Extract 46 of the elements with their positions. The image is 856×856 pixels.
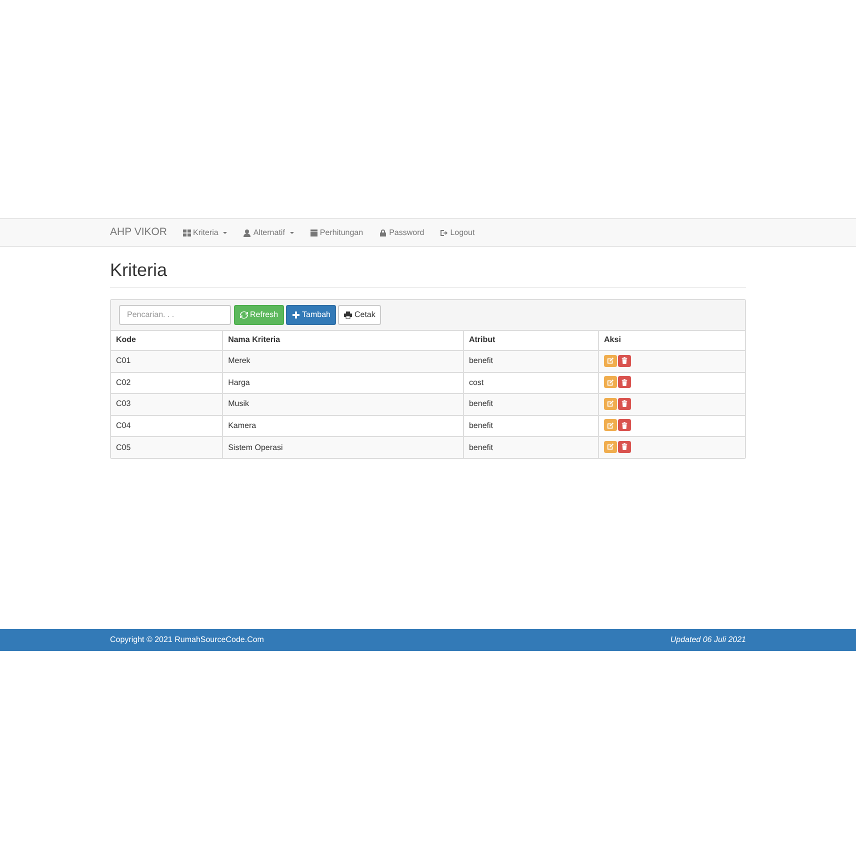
- column-header: Aksi: [598, 330, 745, 351]
- table-cell: Merek: [222, 350, 464, 372]
- table-cell: Musik: [222, 394, 464, 416]
- table-cell: C03: [111, 394, 223, 416]
- table-cell: C05: [111, 436, 223, 458]
- copyright-text: Copyright © 2021 RumahSourceCode.Com: [110, 634, 264, 646]
- delete-button[interactable]: [618, 354, 632, 367]
- updated-text: Updated 06 Juli 2021: [670, 634, 746, 646]
- nav-link[interactable]: Logout: [440, 226, 475, 238]
- plus-icon: [292, 310, 300, 319]
- print-button[interactable]: Cetak: [338, 304, 382, 325]
- table-cell: C01: [111, 350, 223, 372]
- trash-icon: [621, 357, 628, 364]
- edit-icon: [607, 378, 614, 386]
- refresh-icon: [240, 310, 248, 319]
- table-cell: benefit: [463, 350, 599, 372]
- delete-button[interactable]: [618, 398, 632, 410]
- table-cell: benefit: [463, 394, 599, 416]
- logout-icon: [440, 228, 448, 236]
- trash-icon: [621, 422, 628, 429]
- brand-link[interactable]: AHP VIKOR: [110, 224, 167, 240]
- nav-link[interactable]: Kriteria: [183, 226, 228, 238]
- delete-button[interactable]: [618, 440, 632, 453]
- grid-icon: [183, 228, 191, 236]
- nav-link[interactable]: Alternatif: [243, 226, 294, 238]
- edit-icon: [607, 400, 614, 408]
- delete-button[interactable]: [618, 376, 632, 388]
- delete-button[interactable]: [618, 419, 632, 432]
- search-field[interactable]: Pencarian. . .: [119, 304, 231, 325]
- refresh-button[interactable]: Refresh: [234, 304, 284, 325]
- table-cell: benefit: [463, 436, 599, 458]
- nav-link[interactable]: Perhitungan: [310, 226, 364, 238]
- calendar-icon: [310, 228, 318, 236]
- printer-icon: [344, 310, 352, 319]
- edit-icon: [607, 357, 614, 364]
- edit-icon: [607, 443, 614, 450]
- page-title: Kriteria: [110, 260, 746, 288]
- user-icon: [243, 228, 252, 236]
- trash-icon: [621, 400, 628, 408]
- table-cell: Sistem Operasi: [222, 436, 464, 458]
- add-button[interactable]: Tambah: [286, 304, 336, 325]
- trash-icon: [621, 378, 628, 386]
- edit-icon: [607, 422, 614, 429]
- nav-link[interactable]: Password: [379, 226, 424, 238]
- lock-icon: [379, 228, 388, 236]
- trash-icon: [621, 443, 628, 450]
